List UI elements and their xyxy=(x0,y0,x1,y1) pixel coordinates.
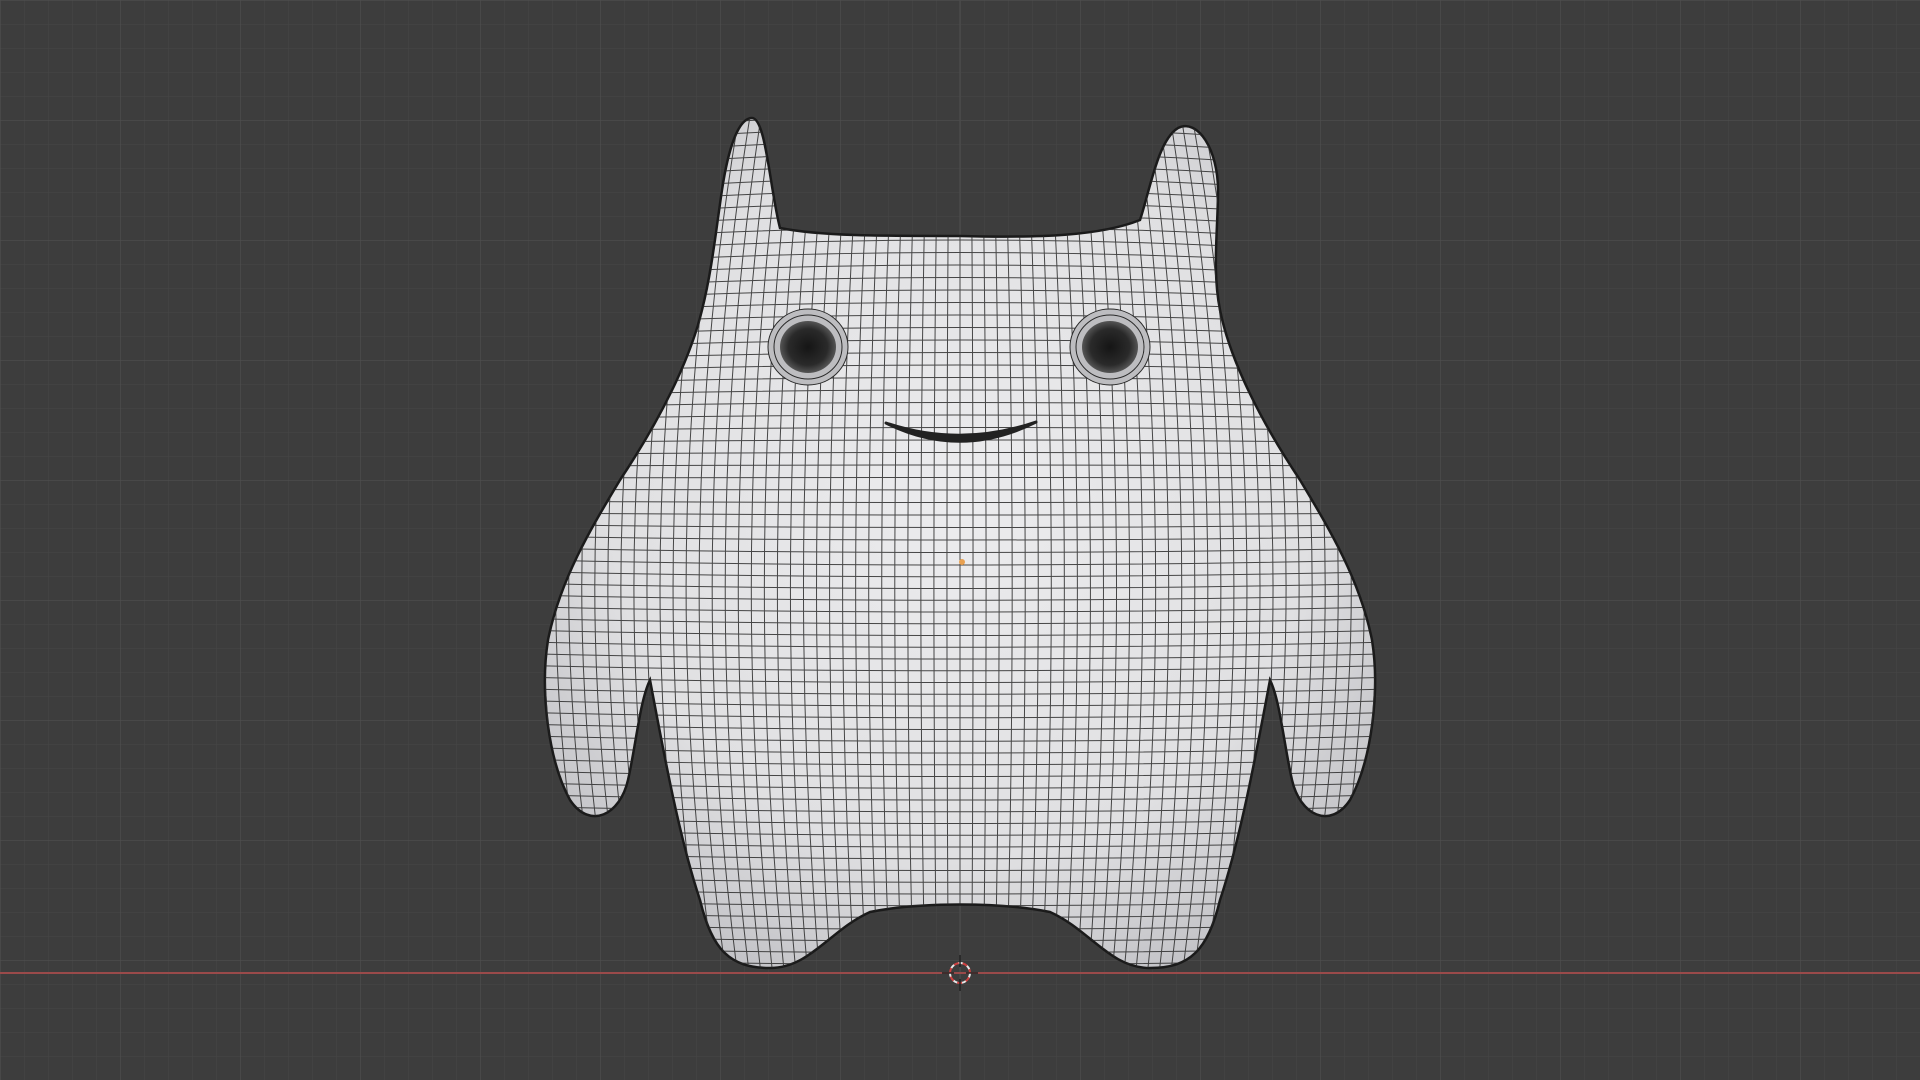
3d-viewport[interactable] xyxy=(0,0,1920,1080)
right-eye xyxy=(1069,308,1151,386)
object-origin[interactable] xyxy=(959,559,965,565)
wire-edge xyxy=(544,489,1376,491)
left-eye xyxy=(767,308,849,386)
viewport-canvas[interactable] xyxy=(0,0,1920,1080)
